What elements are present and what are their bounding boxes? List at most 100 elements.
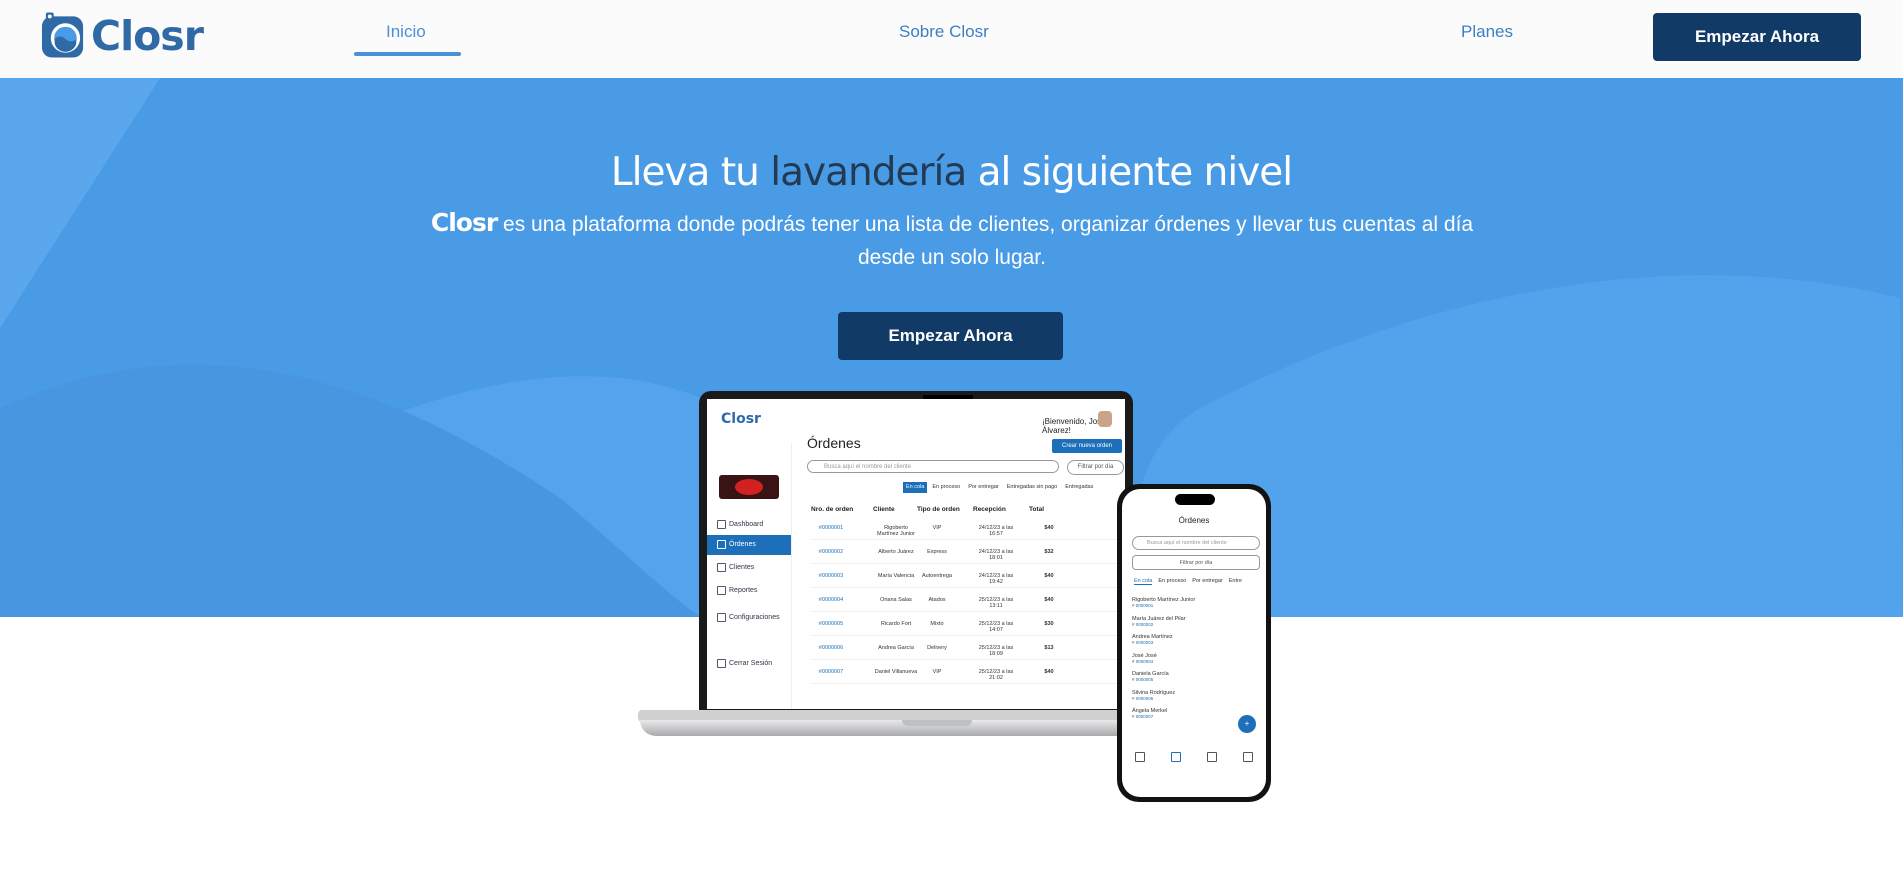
table-row: #0000002 Alberto Juárez Express 24/12/23 a …	[811, 541, 1121, 564]
active-nav-indicator	[354, 52, 461, 56]
client-order-id: # 0000002	[1132, 621, 1154, 627]
orders-icon	[717, 540, 726, 549]
app-page-title: Órdenes	[807, 435, 861, 451]
table-cell: #0000003	[818, 573, 844, 579]
app-tab: Por entregar	[968, 484, 999, 490]
reports-icon	[717, 586, 726, 595]
table-cell: Mixto	[930, 621, 944, 627]
sidebar-label: Reportes	[729, 587, 758, 594]
table-cell: #0000007	[818, 669, 844, 675]
table-cell: VIP	[932, 669, 942, 675]
sidebar-label: Órdenes	[729, 541, 756, 548]
phone-bottom-nav	[1122, 746, 1266, 768]
table-cell: $40	[1044, 525, 1054, 531]
table-cell: $32	[1044, 549, 1054, 555]
brand-logo[interactable]: Closr	[40, 12, 204, 60]
phone-screen: Órdenes Busca aquí el nombre del cliente…	[1122, 489, 1266, 797]
phone-search-input: Busca aquí el nombre del cliente	[1132, 536, 1260, 550]
nav-link-inicio[interactable]: Inicio	[386, 22, 426, 42]
client-name: José José	[1132, 652, 1157, 659]
phone-filter-button: Filtrar por día	[1132, 555, 1260, 570]
sidebar-label: Cerrar Sesión	[729, 660, 773, 667]
orders-icon	[1171, 752, 1181, 762]
sidebar-item-dashboard: Dashboard	[707, 515, 791, 535]
sidebar-item-cerrar-sesion: Cerrar Sesión	[707, 654, 791, 674]
table-cell: María Valencia	[877, 573, 915, 579]
phone-title: Órdenes	[1178, 516, 1210, 525]
app-tab: En proceso	[932, 484, 961, 490]
table-row: #0000006 Andrea García Delivery 25/12/23 a …	[811, 637, 1121, 660]
table-cell: $40	[1044, 669, 1054, 675]
headline-emphasis: lavandería	[770, 150, 967, 195]
client-order-id: # 0000006	[1132, 695, 1154, 701]
table-cell: $30	[1044, 621, 1054, 627]
table-row: #0000007 Daniel Villanueva VIP 25/12/23 a l…	[811, 661, 1121, 684]
laptop-mockup: Closr ¡Bienvenido, José Álvarez! Dashboa…	[638, 391, 1200, 746]
table-row: #0000003 María Valencia Autoentrega 24/12/2…	[811, 565, 1121, 588]
table-cell: Rigoberto Martínez Junior	[877, 525, 915, 537]
app-search-input: Busca aquí el nombre del cliente	[807, 460, 1059, 473]
list-item: Andrea Martínez # 0000003	[1132, 634, 1260, 645]
app-create-order-button: Crear nueva orden	[1052, 439, 1122, 453]
list-item: Silvina Rodríguez # 0000006	[1132, 690, 1260, 701]
table-cell: Ricardo Fort	[880, 621, 912, 627]
users-icon	[1207, 752, 1217, 762]
top-navbar: Closr Inicio Sobre Closr Planes Empezar …	[0, 0, 1903, 78]
list-item: Rigoberto Martínez Junior # 0000001	[1132, 597, 1260, 608]
app-tab: En cola	[903, 482, 928, 493]
sidebar-item-reportes: Reportes	[707, 581, 791, 601]
app-welcome-text: ¡Bienvenido, José Álvarez!	[1042, 417, 1106, 435]
washing-machine-logo-icon	[41, 12, 84, 58]
nav-link-planes[interactable]: Planes	[1461, 22, 1513, 42]
subtitle-text: es una plataforma donde podrás tener una…	[497, 213, 1474, 269]
headline-part-1: Lleva tu	[610, 150, 771, 195]
table-cell: Delivery	[927, 645, 947, 651]
sidebar-item-clientes: Clientes	[707, 558, 791, 578]
client-order-id: # 0000004	[1132, 658, 1154, 664]
app-order-tabs: En cola En proceso Por entregar Entregad…	[903, 482, 1096, 493]
phone-tab: Entre	[1228, 578, 1242, 584]
logout-icon	[717, 659, 726, 668]
hero-headline: Lleva tu lavandería al siguiente nivel	[0, 150, 1903, 195]
sidebar-item-ordenes: Órdenes	[707, 535, 791, 555]
client-name: Silvina Rodríguez	[1132, 689, 1176, 696]
nav-link-sobre-closr[interactable]: Sobre Closr	[899, 22, 989, 42]
table-cell: Express	[927, 549, 947, 555]
table-cell: Andrea García	[878, 645, 914, 651]
nav-start-button[interactable]: Empezar Ahora	[1653, 13, 1861, 61]
table-row: #0000005 Ricardo Fort Mixto 25/12/23 a las …	[811, 613, 1121, 636]
sidebar-label: Clientes	[729, 564, 755, 571]
table-cell: Atados	[928, 597, 946, 603]
table-cell: 25/12/23 a las 18:09	[978, 645, 1014, 657]
table-cell: $40	[1044, 573, 1054, 579]
subtitle-brand: Closr	[430, 208, 498, 237]
report-icon	[1243, 752, 1253, 762]
phone-add-button: +	[1238, 715, 1256, 733]
table-cell: 25/12/23 a las 21:02	[978, 669, 1014, 681]
laptop-screen: Closr ¡Bienvenido, José Álvarez! Dashboa…	[707, 399, 1125, 709]
app-filter-button: Filtrar por día	[1067, 460, 1124, 475]
client-order-id: # 0000001	[1132, 603, 1154, 608]
table-cell: Autoentrega	[922, 573, 952, 579]
table-cell: #0000005	[818, 621, 844, 627]
app-sidebar: Dashboard Órdenes Clientes Reportes Conf…	[707, 443, 792, 709]
app-tab: Entregadas sin pago	[1006, 484, 1058, 490]
col-header: Cliente	[873, 506, 895, 513]
table-row: #0000004 Oriana Salas Atados 25/12/23 a las…	[811, 589, 1121, 612]
table-cell: #0000002	[818, 549, 844, 555]
phone-mockup: Órdenes Busca aquí el nombre del cliente…	[1117, 484, 1271, 802]
table-cell: 24/12/23 a las 19:42	[978, 573, 1014, 585]
hero-start-button[interactable]: Empezar Ahora	[838, 312, 1063, 360]
table-cell: Oriana Salas	[880, 597, 912, 603]
phone-tab: Por entregar	[1192, 578, 1223, 584]
clients-icon	[717, 563, 726, 572]
phone-dynamic-island	[1175, 494, 1215, 505]
table-row: #0000001 Rigoberto Martínez Junior VIP 24/1…	[811, 517, 1121, 540]
col-header: Recepción	[973, 506, 1006, 513]
phone-tab: En proceso	[1158, 578, 1187, 584]
app-logo: Closr	[721, 411, 761, 427]
user-avatar	[1098, 411, 1112, 427]
dashboard-icon	[717, 520, 726, 529]
table-cell: #0000006	[818, 645, 844, 651]
table-cell: VIP	[932, 525, 942, 531]
